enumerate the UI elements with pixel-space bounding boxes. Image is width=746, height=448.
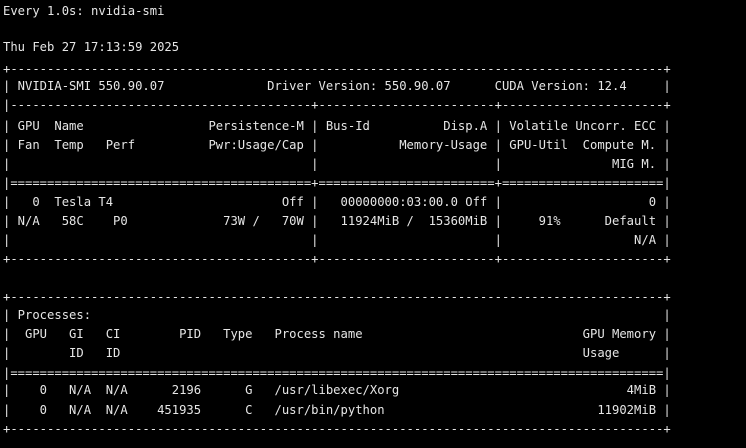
column-header-row: | GPU Name Persistence-M | Bus-Id Disp.A… [3, 119, 671, 133]
timestamp: Thu Feb 27 17:13:59 2025 [3, 40, 180, 54]
processes-header-row: | ID ID Usage | [3, 346, 671, 360]
process-row: | 0 N/A N/A 2196 G /usr/libexec/Xorg 4Mi… [3, 383, 671, 397]
watch-header: Every 1.0s: nvidia-smi [3, 4, 165, 18]
processes-header-row: | GPU GI CI PID Type Process name GPU Me… [3, 327, 671, 341]
gpu-row: | N/A 58C P0 73W / 70W | 11924MiB / 1536… [3, 214, 671, 228]
gpu-row: | 0 Tesla T4 Off | 00000000:03:00.0 Off … [3, 195, 671, 209]
process-row: | 0 N/A N/A 451935 C /usr/bin/python 119… [3, 403, 671, 417]
gpu-row: | | | N/A | [3, 233, 671, 247]
processes-border-top: +---------------------------------------… [3, 290, 671, 304]
column-header-row: | Fan Temp Perf Pwr:Usage/Cap | Memory-U… [3, 138, 671, 152]
table-divider: |---------------------------------------… [3, 98, 671, 112]
table-divider: |=======================================… [3, 176, 671, 190]
column-header-row: | | | MIG M. | [3, 157, 671, 171]
table-border-bottom: +---------------------------------------… [3, 252, 671, 266]
version-row: | NVIDIA-SMI 550.90.07 Driver Version: 5… [3, 79, 671, 93]
processes-border-bottom: +---------------------------------------… [3, 422, 671, 436]
terminal-window[interactable]: Every 1.0s: nvidia-smi Thu Feb 27 17:13:… [0, 0, 746, 448]
processes-title-row: | Processes: | [3, 308, 671, 322]
